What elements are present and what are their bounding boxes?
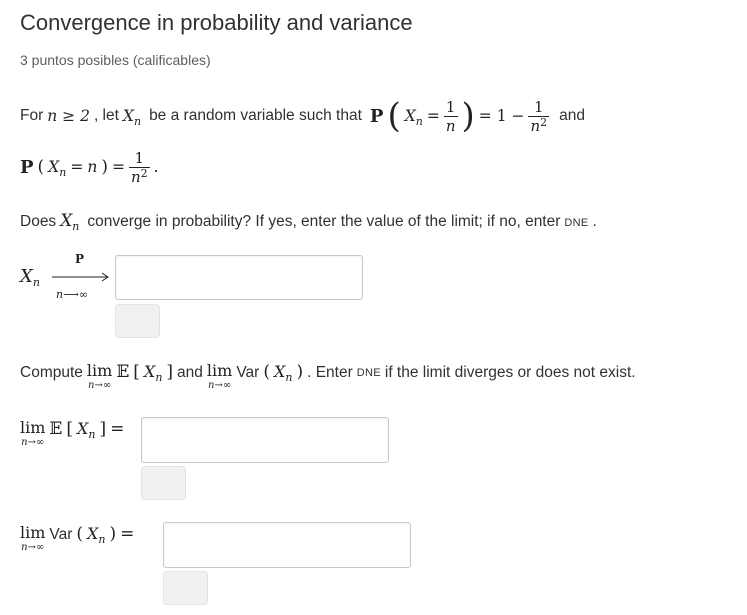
xn-symbol: Xn <box>122 107 142 128</box>
statement-let: , let <box>93 107 119 124</box>
problem-title: Convergence in probability and variance <box>20 10 413 35</box>
statement-rv-text: be a random variable such that <box>149 107 362 124</box>
xn-symbol-2: Xn <box>404 107 423 128</box>
dne-keyword-2: DNE <box>356 367 381 379</box>
convergence-notation: Xn P n⟶∞ <box>20 252 112 304</box>
variance-limit-label: lim n→∞ Var ( Xn ) = <box>20 523 135 554</box>
xn-symbol-4: Xn <box>20 266 40 289</box>
answer-preview-3 <box>163 571 208 605</box>
answer-input-2[interactable] <box>141 417 389 463</box>
statement-n-geq-2: n ≥ 2 <box>47 107 90 125</box>
statement-line-2: P ( Xn = n ) = 1 n2 . <box>20 148 159 186</box>
answer-input-3[interactable] <box>163 522 411 568</box>
dne-keyword: DNE <box>564 217 589 229</box>
equals-one-minus: = 1 − <box>478 107 525 125</box>
limit-variance: lim n→∞ <box>206 361 233 392</box>
statement-for: For <box>20 107 44 124</box>
answer-input-1[interactable] <box>115 255 363 300</box>
left-paren: ( <box>387 96 401 136</box>
answer-preview-2 <box>141 466 186 500</box>
statement-and: and <box>559 107 586 124</box>
fraction-1-over-n: 1 n <box>443 97 458 135</box>
prob-operator-2: P <box>20 156 34 178</box>
question-2-text: Compute lim n→∞ 𝔼 [ Xn ] and lim n→∞ Var… <box>20 361 636 392</box>
arrow-label-p: P <box>75 252 85 266</box>
prob-operator: P <box>369 105 384 127</box>
statement-line-1: For n ≥ 2 , let Xn be a random variable … <box>20 92 585 140</box>
points-label: 3 puntos posibles (calificables) <box>20 52 211 68</box>
question-1-text: Does Xn converge in probability? If yes,… <box>20 211 597 233</box>
expectation-limit-label: lim n→∞ 𝔼 [ Xn ] = <box>20 418 125 449</box>
equals-sign: = <box>426 107 440 125</box>
right-paren: ) <box>461 96 475 136</box>
fraction-1-over-n-squared-2: 1 n2 <box>128 148 150 186</box>
fraction-1-over-n-squared: 1 n2 <box>528 97 550 135</box>
limit-expected: lim n→∞ <box>86 361 113 392</box>
arrow-sublabel: n⟶∞ <box>56 288 89 301</box>
answer-preview-1 <box>115 304 160 338</box>
right-arrow-icon <box>52 272 109 282</box>
xn-symbol-3: Xn <box>48 158 67 179</box>
